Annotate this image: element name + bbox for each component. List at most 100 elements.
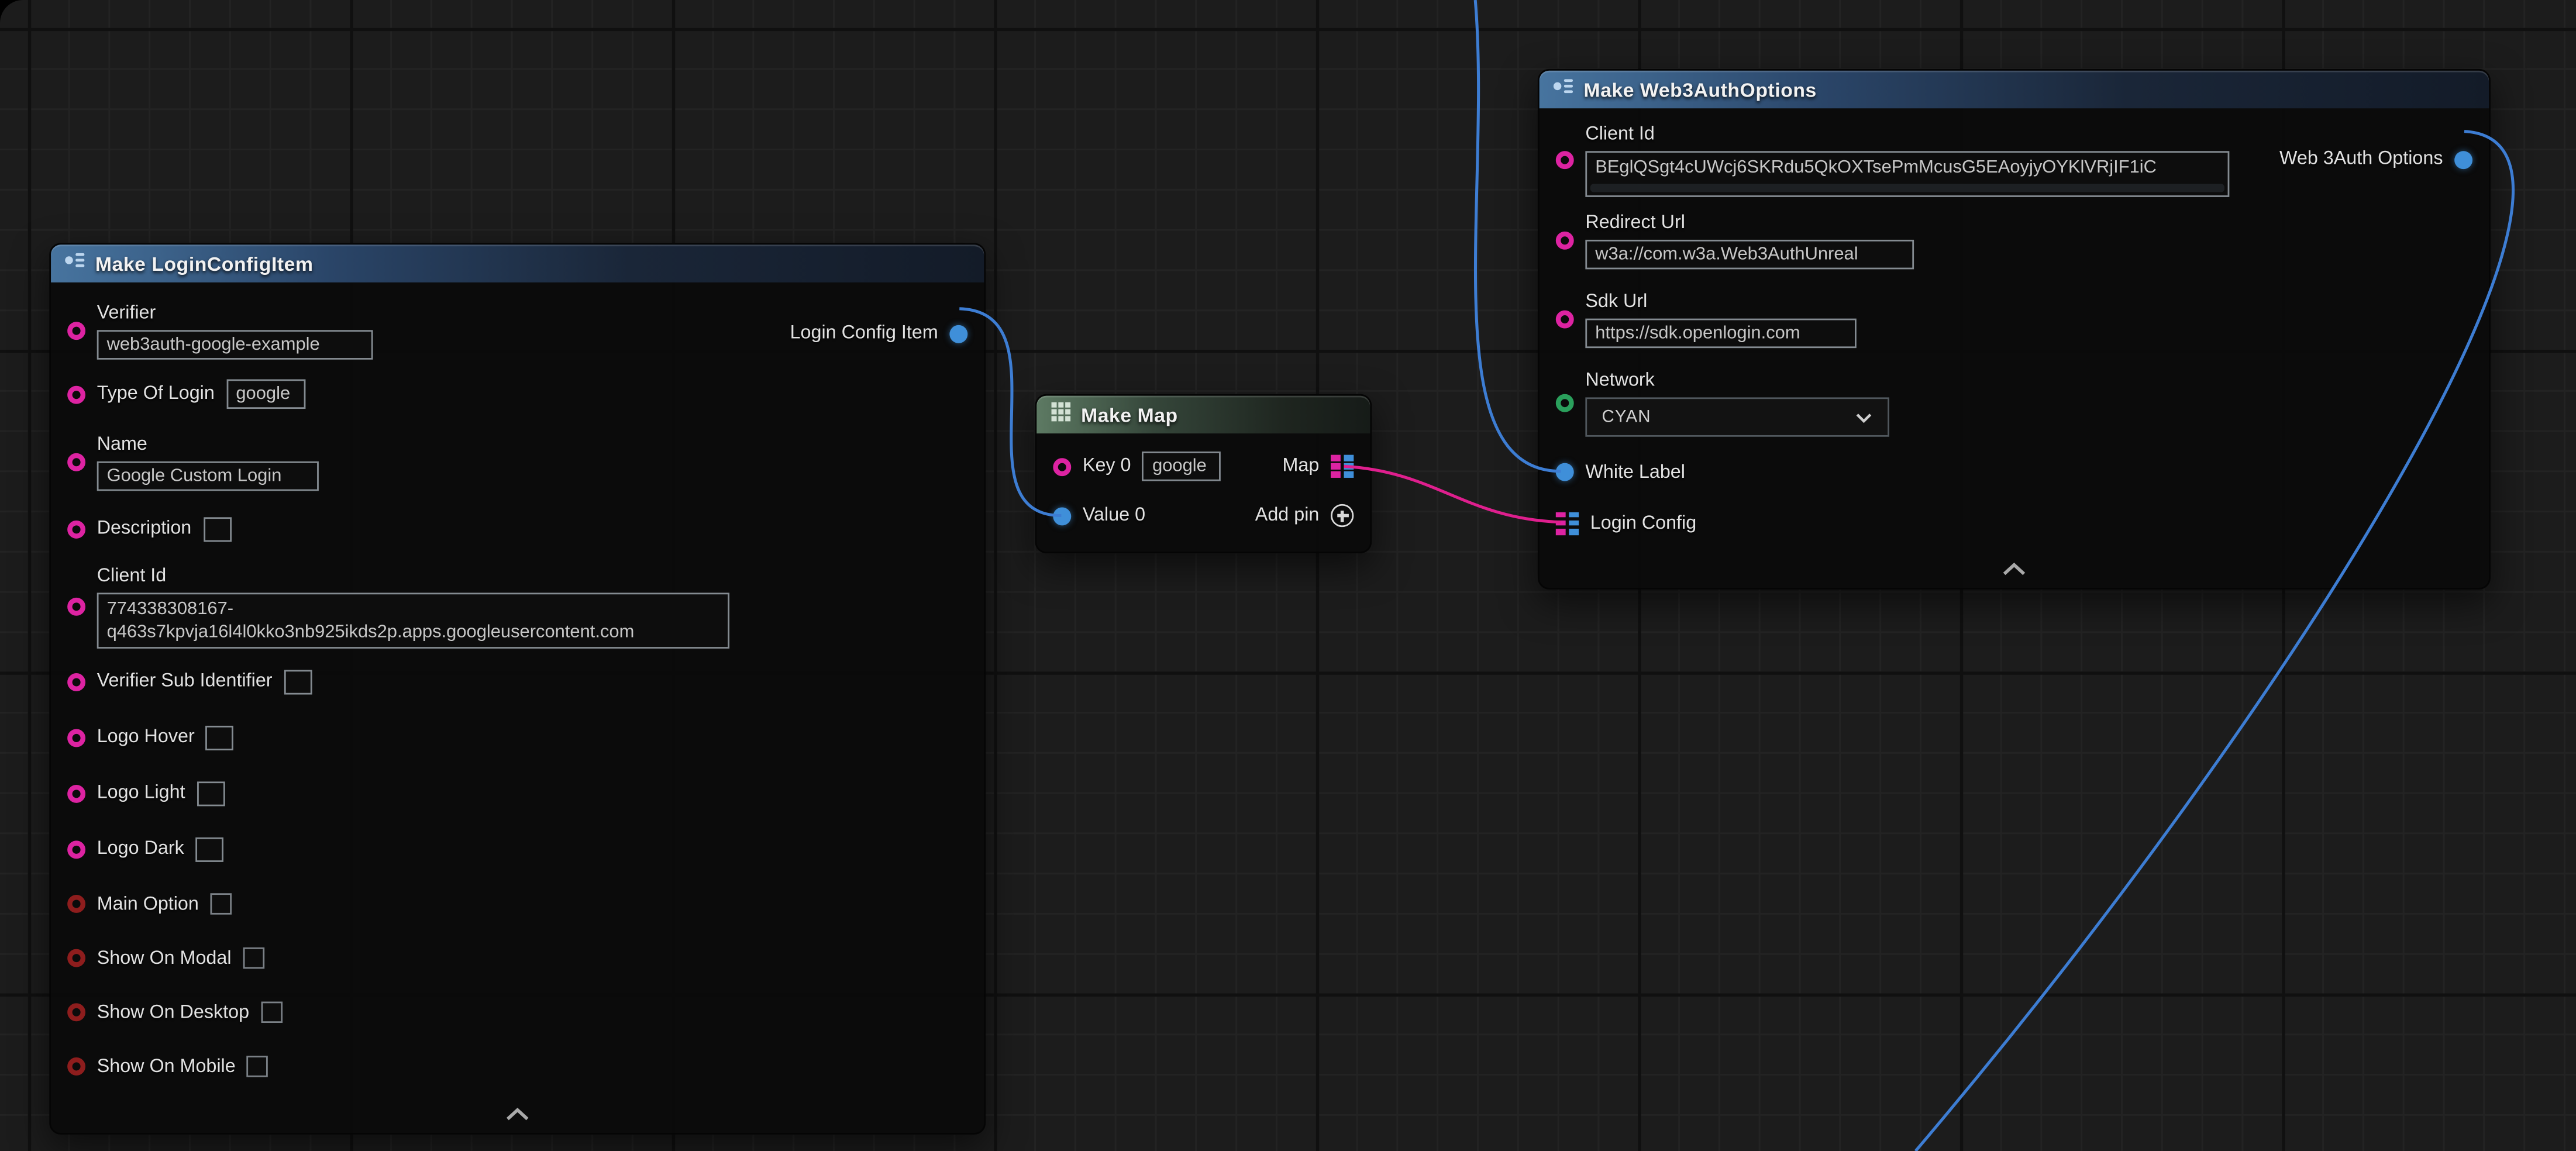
- node-make-web3auth-options[interactable]: Make Web3AuthOptions Web 3Auth Options C…: [1538, 69, 2491, 590]
- field-row-verifier-sub-identifier: Verifier Sub Identifier: [51, 653, 984, 709]
- show-on-desktop-label: Show On Desktop: [97, 1001, 249, 1024]
- type-of-login-input[interactable]: google: [226, 380, 305, 409]
- blueprint-graph-canvas[interactable]: Make LoginConfigItem Login Config Item V…: [0, 0, 2576, 1151]
- key0-input[interactable]: google: [1142, 452, 1221, 481]
- node-body: Login Config Item Verifier web3auth-goog…: [51, 282, 984, 1133]
- logo-hover-pin[interactable]: [67, 728, 85, 746]
- add-pin-icon[interactable]: [1331, 504, 1354, 527]
- show-on-mobile-pin[interactable]: [67, 1057, 85, 1076]
- node-make-map[interactable]: Make Map Key 0 google Map Value 0: [1035, 394, 1372, 553]
- node-body: Key 0 google Map Value 0 Add pin: [1036, 433, 1370, 552]
- show-on-mobile-label: Show On Mobile: [97, 1055, 236, 1078]
- white-label-label: White Label: [1585, 460, 1685, 483]
- field-row-main-option: Main Option: [51, 877, 984, 931]
- client-id-hscrollbar-track[interactable]: [1590, 183, 2224, 191]
- client-id-pin[interactable]: [67, 597, 85, 615]
- sdk-url-label: Sdk Url: [1585, 290, 1856, 313]
- login-config-label: Login Config: [1590, 512, 1696, 535]
- show-on-modal-checkbox[interactable]: [243, 947, 264, 969]
- client-id-text: BEglQSgt4cUWcj6SKRdu5QkOXTsePmMcusG5EAoy…: [1595, 155, 2219, 178]
- main-option-checkbox[interactable]: [211, 893, 232, 914]
- description-input[interactable]: [203, 516, 231, 541]
- field-row-name: Name Google Custom Login: [51, 423, 984, 499]
- key0-pin[interactable]: [1053, 457, 1071, 475]
- node-body: Web 3Auth Options Client Id BEglQSgt4cUW…: [1540, 108, 2489, 588]
- wire-map-to-login-config[interactable]: [1344, 466, 1561, 522]
- logo-dark-pin[interactable]: [67, 840, 85, 858]
- show-on-desktop-checkbox[interactable]: [261, 1002, 283, 1023]
- redirect-url-pin[interactable]: [1556, 230, 1574, 249]
- show-on-modal-pin[interactable]: [67, 949, 85, 967]
- map-output-label: Map: [1283, 455, 1320, 478]
- output-group-web3auth-options: Web 3Auth Options: [2279, 148, 2472, 171]
- collapse-chevron[interactable]: [1540, 549, 2489, 588]
- map-row-value0: Value 0 Add pin: [1036, 491, 1370, 540]
- logo-dark-label: Logo Dark: [97, 838, 184, 860]
- field-row-network: Network CYAN: [1540, 358, 2489, 447]
- logo-light-input[interactable]: [197, 781, 225, 805]
- show-on-desktop-pin[interactable]: [67, 1003, 85, 1021]
- network-selected-value: CYAN: [1602, 406, 1651, 426]
- logo-hover-input[interactable]: [206, 725, 234, 749]
- description-pin[interactable]: [67, 520, 85, 538]
- name-input[interactable]: Google Custom Login: [97, 460, 319, 490]
- main-option-pin[interactable]: [67, 895, 85, 913]
- white-label-pin[interactable]: [1556, 463, 1574, 481]
- redirect-url-input[interactable]: w3a://com.w3a.Web3AuthUnreal: [1585, 239, 1914, 268]
- node-title: Make Web3AuthOptions: [1584, 78, 1817, 101]
- verifier-input[interactable]: web3auth-google-example: [97, 329, 373, 359]
- value0-pin[interactable]: [1053, 506, 1071, 525]
- logo-dark-input[interactable]: [195, 836, 223, 861]
- client-id-label: Client Id: [1585, 122, 2229, 145]
- node-header-make-web3auth-options[interactable]: Make Web3AuthOptions: [1540, 71, 2489, 109]
- field-row-redirect-url: Redirect Url w3a://com.w3a.Web3AuthUnrea…: [1540, 201, 2489, 280]
- map-output-pin-icon[interactable]: [1331, 455, 1354, 478]
- redirect-url-label: Redirect Url: [1585, 211, 1914, 234]
- name-pin[interactable]: [67, 452, 85, 470]
- node-header-make-login-config-item[interactable]: Make LoginConfigItem: [51, 244, 984, 282]
- sdk-url-pin[interactable]: [1556, 309, 1574, 328]
- login-config-item-output-pin[interactable]: [949, 324, 967, 342]
- network-dropdown[interactable]: CYAN: [1585, 397, 1889, 436]
- show-on-modal-label: Show On Modal: [97, 946, 232, 969]
- node-make-login-config-item[interactable]: Make LoginConfigItem Login Config Item V…: [49, 243, 986, 1134]
- verifier-pin[interactable]: [67, 321, 85, 339]
- network-pin[interactable]: [1556, 393, 1574, 411]
- client-id-input[interactable]: BEglQSgt4cUWcj6SKRdu5QkOXTsePmMcusG5EAoy…: [1585, 150, 2229, 197]
- name-label: Name: [97, 433, 319, 456]
- type-of-login-label: Type Of Login: [97, 382, 215, 405]
- client-id-label: Client Id: [97, 564, 729, 587]
- field-row-type-of-login: Type Of Login google: [51, 364, 984, 423]
- field-row-logo-light: Logo Light: [51, 765, 984, 821]
- logo-hover-label: Logo Hover: [97, 726, 195, 749]
- verifier-label: Verifier: [97, 301, 373, 324]
- field-row-white-label: White Label: [1540, 447, 2489, 498]
- field-row-show-on-modal: Show On Modal: [51, 931, 984, 985]
- output-group-login-config-item: Login Config Item: [790, 322, 968, 344]
- make-struct-icon: [1552, 75, 1574, 105]
- client-id-pin[interactable]: [1556, 150, 1574, 168]
- key0-label: Key 0: [1083, 455, 1131, 478]
- sdk-url-input[interactable]: https://sdk.openlogin.com: [1585, 318, 1856, 347]
- type-of-login-pin[interactable]: [67, 385, 85, 403]
- show-on-mobile-checkbox[interactable]: [247, 1056, 268, 1077]
- client-id-input[interactable]: 774338308167-q463s7kpvja16l4l0kko3nb925i…: [97, 592, 729, 647]
- network-label: Network: [1585, 368, 1889, 391]
- node-title: Make LoginConfigItem: [95, 252, 314, 275]
- collapse-chevron[interactable]: [51, 1094, 984, 1133]
- web3auth-options-output-pin[interactable]: [2454, 150, 2472, 168]
- node-header-make-map[interactable]: Make Map: [1036, 396, 1370, 434]
- add-pin-label: Add pin: [1255, 504, 1320, 527]
- logo-light-label: Logo Light: [97, 781, 185, 804]
- field-row-client-id: Client Id 774338308167-q463s7kpvja16l4l0…: [51, 559, 984, 654]
- description-label: Description: [97, 517, 192, 540]
- verifier-sub-identifier-label: Verifier Sub Identifier: [97, 670, 273, 692]
- field-row-show-on-mobile: Show On Mobile: [51, 1039, 984, 1094]
- login-config-pin-icon[interactable]: [1556, 512, 1579, 535]
- logo-light-pin[interactable]: [67, 784, 85, 802]
- make-struct-icon: [64, 249, 86, 278]
- verifier-sub-identifier-pin[interactable]: [67, 673, 85, 691]
- chevron-down-icon: [1855, 401, 1873, 431]
- verifier-sub-identifier-input[interactable]: [284, 669, 312, 694]
- output-label: Login Config Item: [790, 322, 938, 344]
